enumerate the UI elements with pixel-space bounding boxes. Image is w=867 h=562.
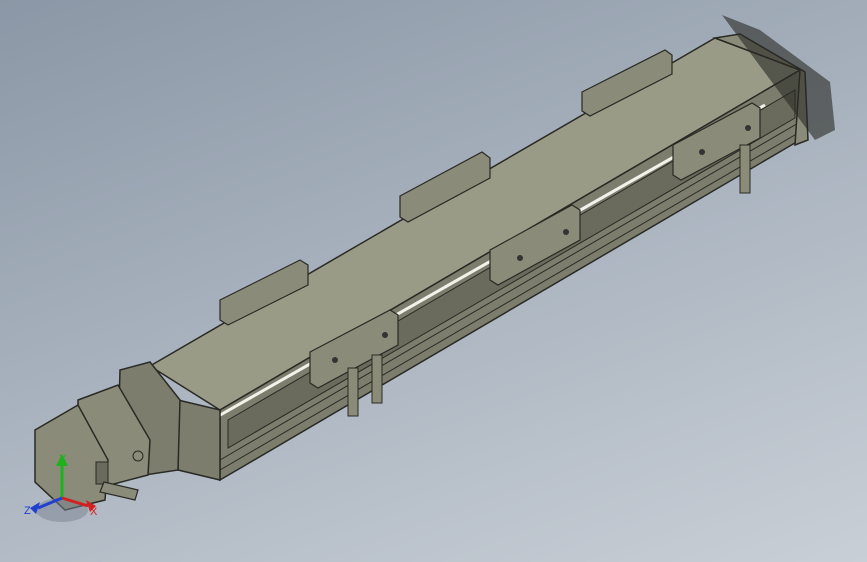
sensor-flag <box>371 354 383 404</box>
rail-top-face <box>148 37 802 411</box>
axis-triad: Y X Z <box>24 453 98 522</box>
sensor-flag <box>739 144 751 194</box>
sensor-flag <box>347 367 359 417</box>
end-cap-left <box>177 399 221 481</box>
triad-shadow <box>36 498 88 522</box>
z-axis-label: Z <box>24 505 31 517</box>
x-axis-label: X <box>90 506 98 518</box>
linear-actuator-model[interactable] <box>0 0 867 562</box>
y-axis-label: Y <box>59 453 67 465</box>
cad-viewport[interactable]: Y X Z <box>0 0 867 562</box>
